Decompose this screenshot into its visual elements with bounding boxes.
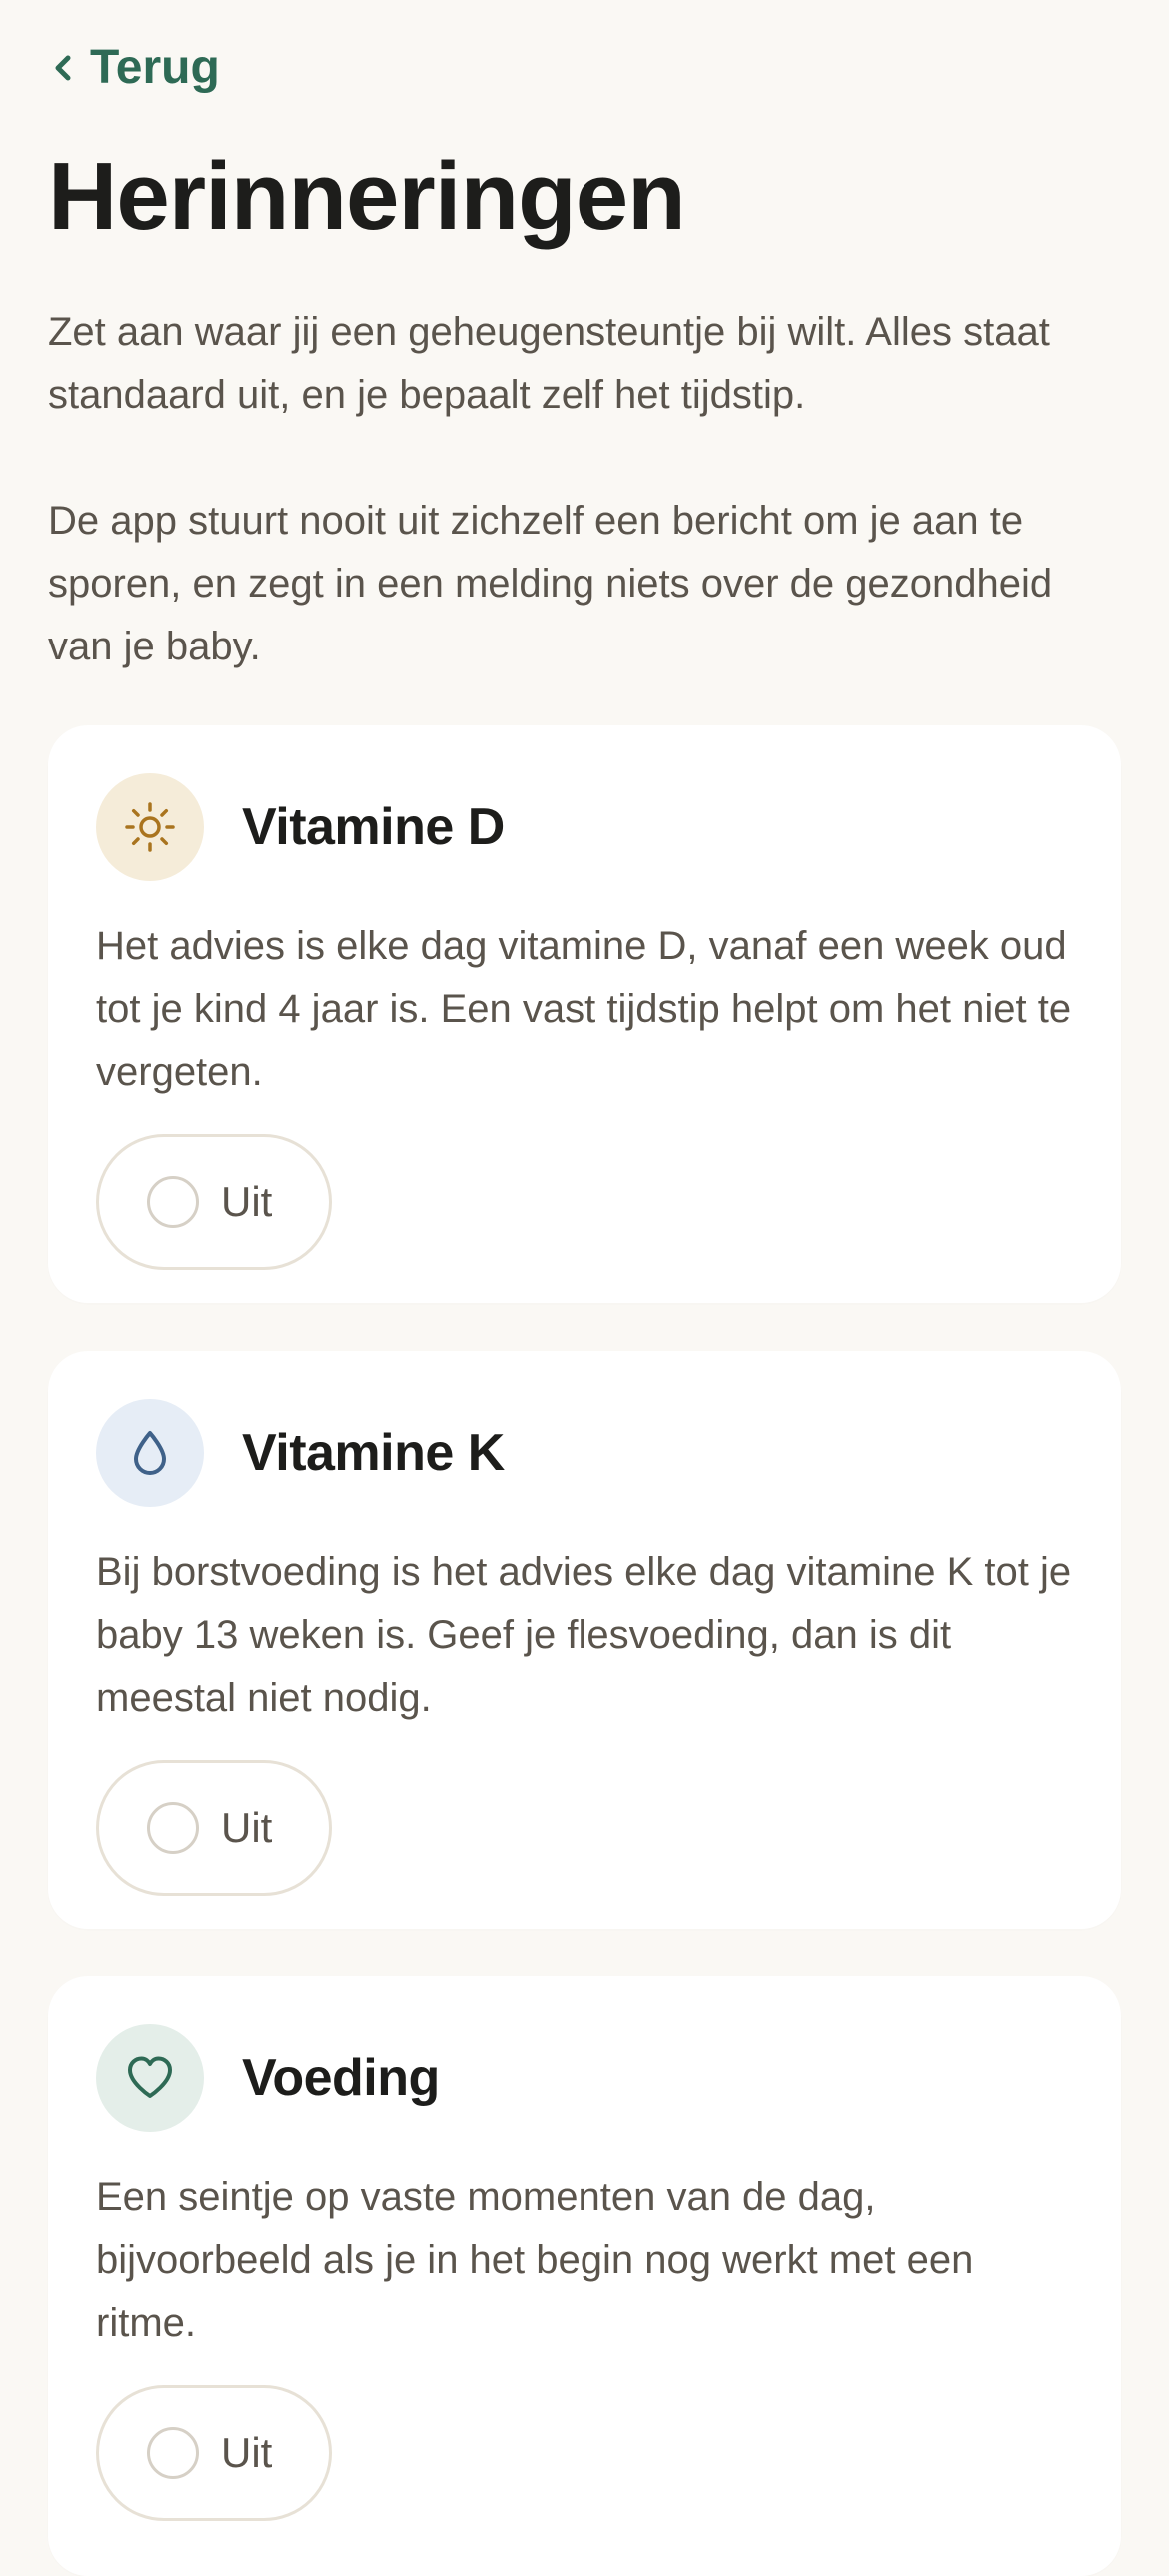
- reminder-card-vitamine-d: Vitamine D Het advies is elke dag vitami…: [48, 725, 1121, 1303]
- card-description: Bij borstvoeding is het advies elke dag …: [96, 1550, 1072, 1720]
- chevron-left-icon: [55, 55, 71, 80]
- radio-off-icon: [147, 1176, 199, 1228]
- toggle-label: Uit: [221, 1804, 273, 1851]
- toggle-label: Uit: [221, 2429, 273, 2476]
- intro-paragraph-2: De app stuurt nooit uit zichzelf een ber…: [48, 499, 1053, 668]
- card-title: Voeding: [242, 2049, 440, 2107]
- heart-icon: [128, 2056, 172, 2098]
- intro-paragraph-1: Zet aan waar jij een geheugensteuntje bi…: [48, 310, 1050, 417]
- card-description: Het advies is elke dag vitamine D, vanaf…: [96, 924, 1072, 1094]
- heart-icon-badge: [96, 2024, 204, 2132]
- card-header: Vitamine D: [96, 773, 1073, 881]
- card-title: Vitamine D: [242, 798, 505, 856]
- voeding-toggle[interactable]: Uit: [96, 2385, 332, 2521]
- reminder-card-voeding: Voeding Een seintje op vaste momenten va…: [48, 1976, 1121, 2576]
- reminder-card-vitamine-k: Vitamine K Bij borstvoeding is het advie…: [48, 1351, 1121, 1929]
- sun-icon-badge: [96, 773, 204, 881]
- page-title: Herinneringen: [48, 143, 686, 250]
- card-header: Vitamine K: [96, 1399, 1073, 1507]
- vitamine-k-toggle[interactable]: Uit: [96, 1760, 332, 1896]
- card-title: Vitamine K: [242, 1424, 505, 1482]
- drop-icon: [134, 1431, 166, 1475]
- radio-off-icon: [147, 1802, 199, 1854]
- back-button[interactable]: Terug: [48, 40, 220, 95]
- vitamine-d-toggle[interactable]: Uit: [96, 1134, 332, 1270]
- card-header: Voeding: [96, 2024, 1073, 2132]
- radio-off-icon: [147, 2427, 199, 2479]
- back-label: Terug: [90, 41, 220, 94]
- drop-icon-badge: [96, 1399, 204, 1507]
- reminders-screen: Terug Herinneringen Zet aan waar jij een…: [0, 0, 1169, 2576]
- toggle-label: Uit: [221, 1178, 273, 1225]
- sun-icon: [125, 802, 175, 852]
- card-description: Een seintje op vaste momenten van de dag…: [96, 2175, 974, 2345]
